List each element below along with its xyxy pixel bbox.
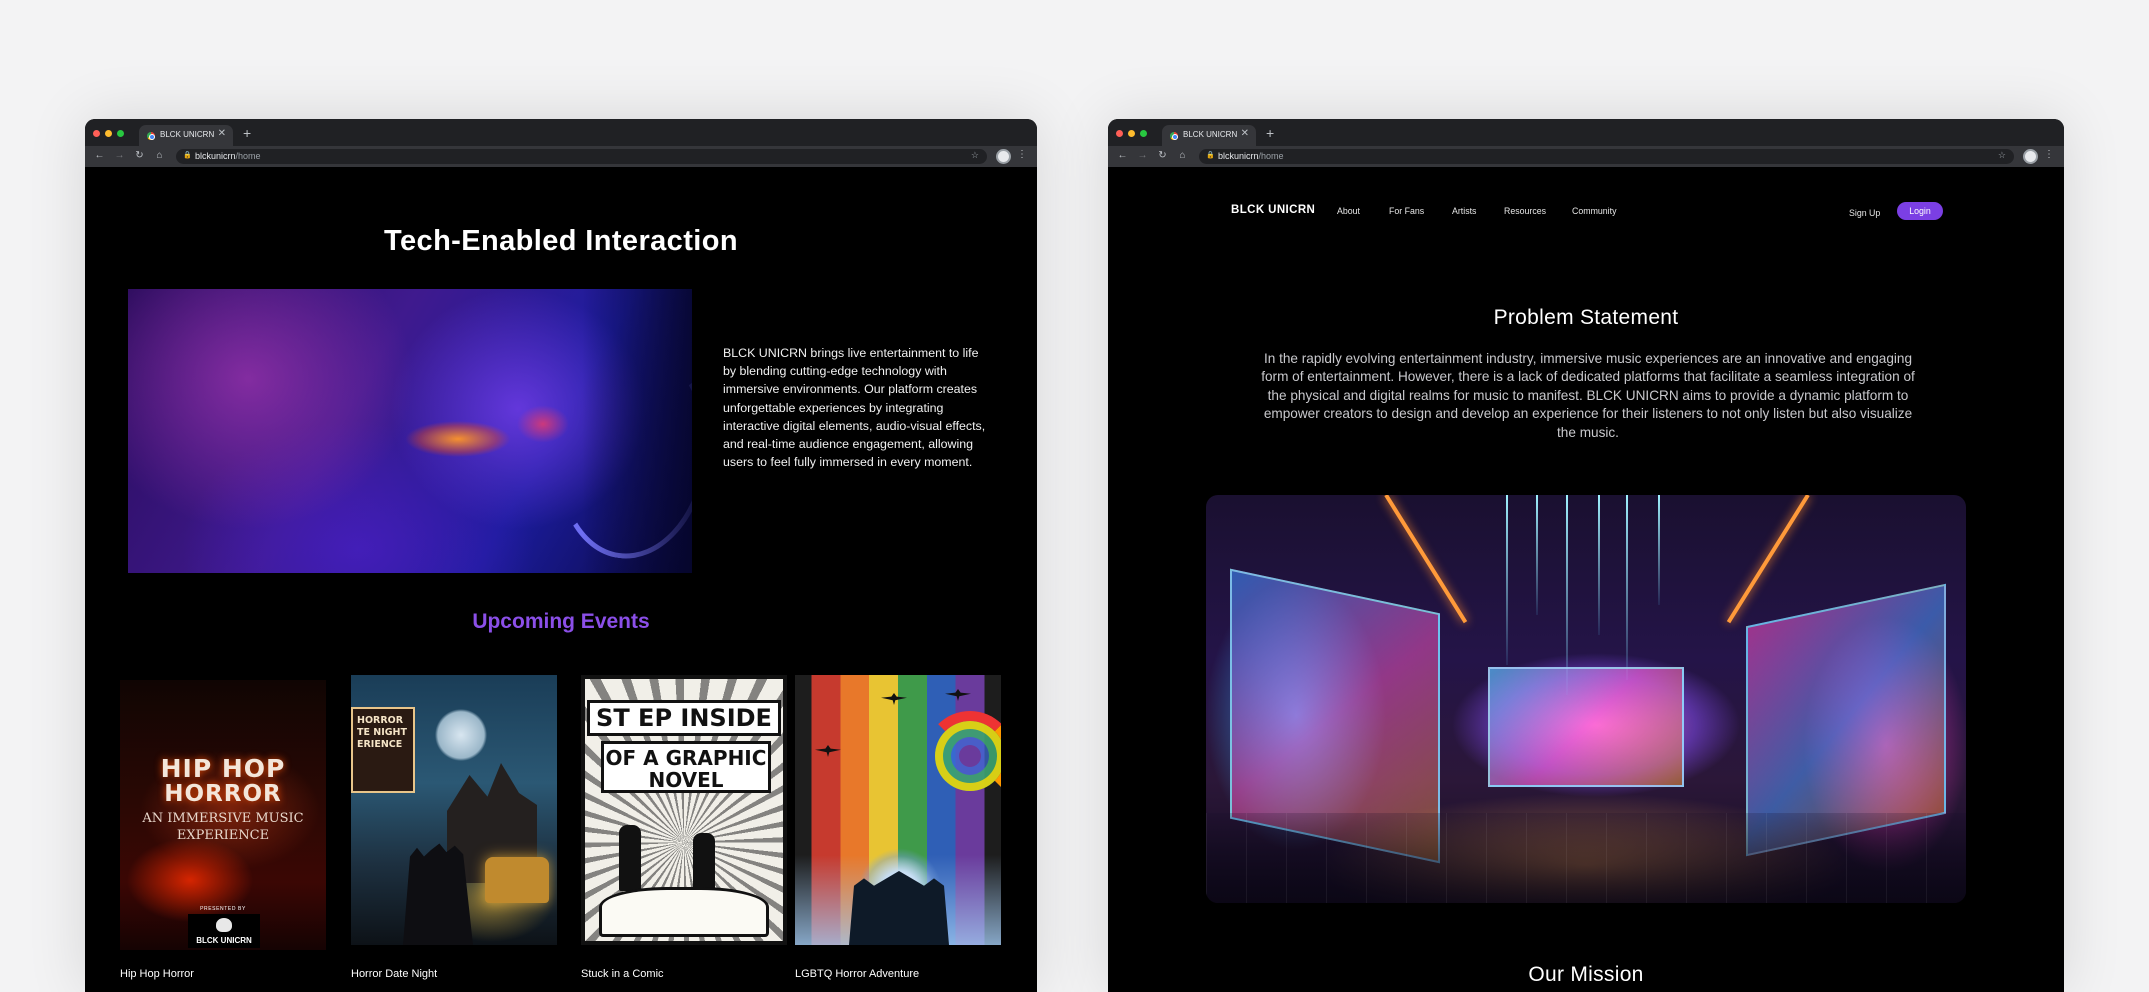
event-poster-hip-hop-horror[interactable]: HIP HOP HORROR AN IMMERSIVE MUSIC EXPERI… bbox=[120, 680, 326, 950]
light-beam bbox=[1566, 495, 1568, 695]
poster-title-line2: HORROR bbox=[164, 781, 282, 807]
profile-avatar-icon[interactable] bbox=[996, 149, 1011, 164]
address-bar[interactable]: 🔒 blckunicrn/home ☆ bbox=[1199, 149, 2014, 164]
site-navbar: BLCK UNICRN About For Fans Artists Resou… bbox=[1108, 201, 2064, 221]
browser-window-left: BLCK UNICRN ✕ + ← → ↻ ⌂ 🔒 blckunicrn/hom… bbox=[85, 119, 1037, 992]
lock-icon: 🔒 bbox=[183, 152, 192, 159]
unicorn-logo: BLCK UNICRN bbox=[188, 914, 260, 948]
light-beam bbox=[1536, 495, 1538, 615]
new-tab-icon[interactable]: + bbox=[243, 126, 251, 140]
close-window-icon[interactable] bbox=[1116, 130, 1123, 137]
nav-community[interactable]: Community bbox=[1572, 206, 1616, 216]
bus-illustration bbox=[485, 857, 549, 903]
neon-strip bbox=[1726, 495, 1810, 624]
reflective-floor bbox=[1206, 813, 1966, 903]
url-text: blckunicrn/home bbox=[195, 151, 261, 161]
maximize-window-icon[interactable] bbox=[1140, 130, 1147, 137]
section-heading-mission: Our Mission bbox=[1528, 963, 1644, 986]
bookmark-star-icon[interactable]: ☆ bbox=[971, 150, 979, 161]
chrome-favicon-icon bbox=[147, 132, 155, 140]
lock-icon: 🔒 bbox=[1206, 152, 1215, 159]
sign-up-link[interactable]: Sign Up bbox=[1849, 208, 1880, 218]
event-title[interactable]: Stuck in a Comic bbox=[581, 968, 664, 980]
browser-toolbar: ← → ↻ ⌂ 🔒 blckunicrn/home ☆ ⋮ bbox=[85, 146, 1037, 167]
browser-tab[interactable]: BLCK UNICRN ✕ bbox=[1162, 125, 1256, 146]
nav-resources[interactable]: Resources bbox=[1504, 206, 1546, 216]
section-heading-problem: Problem Statement bbox=[1493, 306, 1679, 329]
browser-window-right: BLCK UNICRN ✕ + ← → ↻ ⌂ 🔒 blckunicrn/hom… bbox=[1108, 119, 2064, 992]
light-beam bbox=[1658, 495, 1660, 605]
nav-artists[interactable]: Artists bbox=[1452, 206, 1476, 216]
tab-title: BLCK UNICRN bbox=[160, 130, 215, 139]
forward-icon[interactable]: → bbox=[1135, 149, 1150, 163]
reload-icon[interactable]: ↻ bbox=[132, 149, 147, 163]
forward-icon[interactable]: → bbox=[112, 149, 127, 163]
section-heading-tech: Tech-Enabled Interaction bbox=[384, 225, 738, 257]
bookmark-star-icon[interactable]: ☆ bbox=[1998, 150, 2006, 161]
browser-tab[interactable]: BLCK UNICRN ✕ bbox=[139, 125, 233, 146]
close-tab-icon[interactable]: ✕ bbox=[1241, 128, 1249, 139]
event-poster-stuck-in-a-comic[interactable]: ST EP INSIDE OF A GRAPHIC NOVEL bbox=[581, 675, 787, 945]
crow-icon bbox=[945, 689, 971, 701]
browser-menu-icon[interactable]: ⋮ bbox=[2044, 149, 2054, 160]
poster-subtitle: AN IMMERSIVE MUSIC EXPERIENCE bbox=[142, 811, 304, 843]
light-beam bbox=[1598, 495, 1600, 635]
problem-statement-text: In the rapidly evolving entertainment in… bbox=[1261, 351, 1915, 440]
light-beam bbox=[1506, 495, 1508, 665]
chrome-favicon-icon bbox=[1170, 132, 1178, 140]
url-text: blckunicrn/home bbox=[1218, 151, 1284, 161]
browser-menu-icon[interactable]: ⋮ bbox=[1017, 149, 1027, 160]
login-button[interactable]: Login bbox=[1897, 202, 1943, 220]
event-poster-lgbtq-horror-adventure[interactable] bbox=[795, 675, 1001, 945]
reload-icon[interactable]: ↻ bbox=[1155, 149, 1170, 163]
home-icon[interactable]: ⌂ bbox=[152, 149, 167, 163]
event-title[interactable]: Hip Hop Horror bbox=[120, 968, 194, 980]
poster-presented-by: PRESENTED BY bbox=[200, 906, 246, 912]
section-heading-events: Upcoming Events bbox=[472, 610, 650, 633]
window-controls bbox=[93, 130, 124, 137]
tab-title: BLCK UNICRN bbox=[1183, 130, 1238, 139]
hero-image-uv-face bbox=[128, 289, 692, 573]
poster-border bbox=[581, 675, 787, 945]
video-wall-center bbox=[1488, 667, 1684, 787]
light-beam bbox=[1626, 495, 1628, 680]
hero-image-immersive-room bbox=[1206, 495, 1966, 903]
group-silhouettes bbox=[849, 871, 949, 945]
crow-icon bbox=[881, 693, 907, 705]
rainbow-arc bbox=[925, 711, 1001, 801]
minimize-window-icon[interactable] bbox=[105, 130, 112, 137]
new-tab-icon[interactable]: + bbox=[1266, 126, 1274, 140]
minimize-window-icon[interactable] bbox=[1128, 130, 1135, 137]
image-shade bbox=[582, 289, 692, 573]
tab-strip: BLCK UNICRN ✕ + bbox=[1108, 119, 2064, 146]
back-icon[interactable]: ← bbox=[92, 149, 107, 163]
poster-title-line1: HIP HOP bbox=[160, 754, 286, 783]
tab-strip: BLCK UNICRN ✕ + bbox=[85, 119, 1037, 146]
event-title[interactable]: Horror Date Night bbox=[351, 968, 437, 980]
nav-about[interactable]: About bbox=[1337, 206, 1360, 216]
brand-logo[interactable]: BLCK UNICRN bbox=[1231, 204, 1315, 216]
close-window-icon[interactable] bbox=[93, 130, 100, 137]
home-icon[interactable]: ⌂ bbox=[1175, 149, 1190, 163]
address-bar[interactable]: 🔒 blckunicrn/home ☆ bbox=[176, 149, 987, 164]
browser-toolbar: ← → ↻ ⌂ 🔒 blckunicrn/home ☆ ⋮ bbox=[1108, 146, 2064, 167]
window-controls bbox=[1116, 130, 1147, 137]
crow-icon bbox=[815, 745, 841, 757]
event-poster-horror-date-night[interactable]: HORROR TE NIGHT ERIENCE bbox=[351, 675, 557, 945]
maximize-window-icon[interactable] bbox=[117, 130, 124, 137]
nav-for-fans[interactable]: For Fans bbox=[1389, 206, 1424, 216]
close-tab-icon[interactable]: ✕ bbox=[218, 128, 226, 139]
poster-marquee: HORROR TE NIGHT ERIENCE bbox=[351, 707, 415, 793]
tech-description: BLCK UNICRN brings live entertainment to… bbox=[723, 346, 986, 470]
back-icon[interactable]: ← bbox=[1115, 149, 1130, 163]
event-title[interactable]: LGBTQ Horror Adventure bbox=[795, 968, 919, 980]
profile-avatar-icon[interactable] bbox=[2023, 149, 2038, 164]
